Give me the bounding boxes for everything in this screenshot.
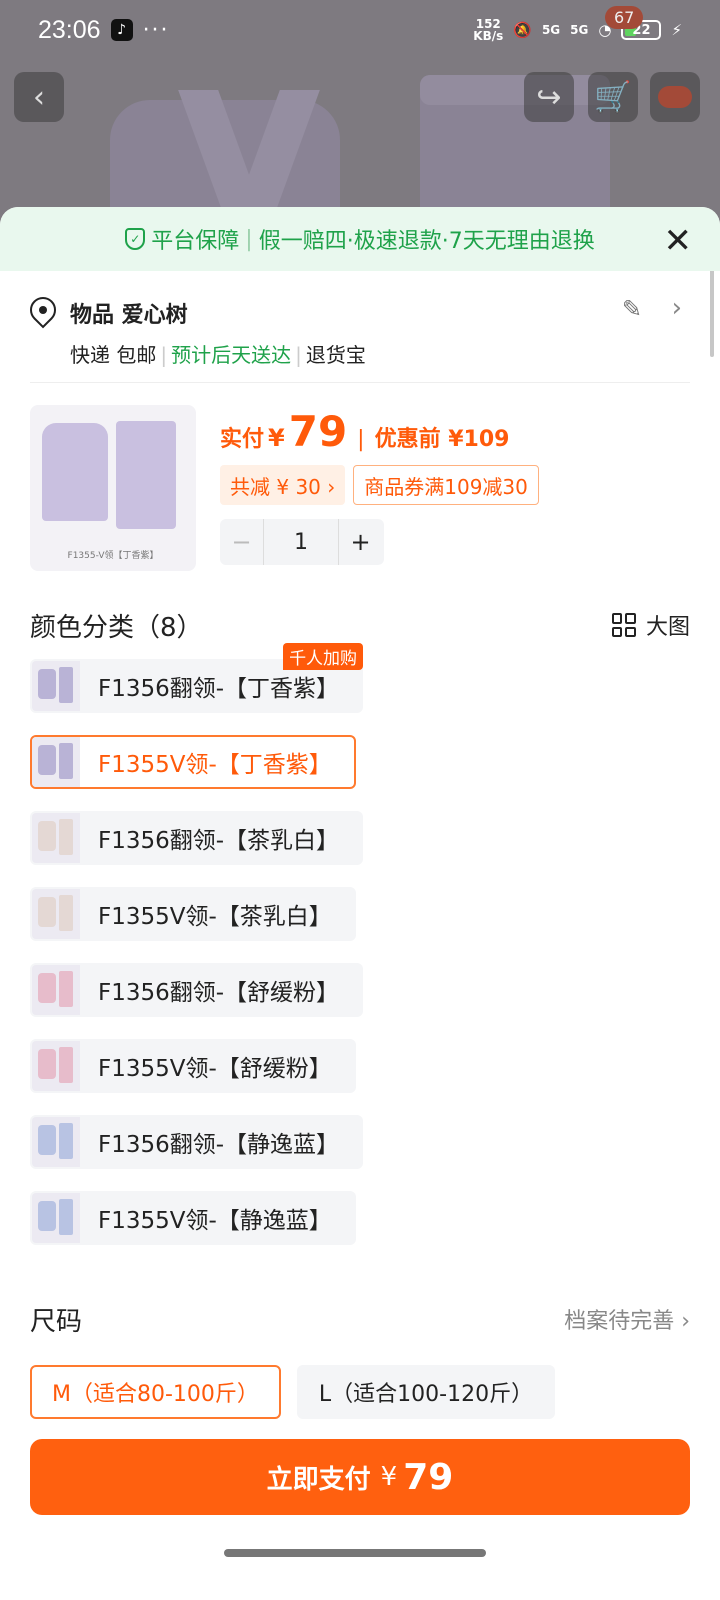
pay-amount: 79: [403, 1456, 454, 1498]
product-summary: F1355-V领【丁香紫】 实付 ¥ 79 | 优惠前 ¥109 共减 ¥ 30…: [30, 383, 690, 589]
variant-thumbnail: [32, 737, 80, 787]
size-section-title: 尺码: [30, 1307, 83, 1337]
thumb-shirt: [42, 423, 108, 521]
message-bubble-icon: [658, 86, 692, 108]
variant-label: F1356翻领-【丁香紫】: [98, 676, 340, 702]
variant-thumbnail: [32, 1041, 80, 1091]
recipient-name: 物品 爱心树: [70, 303, 188, 328]
variant-thumbnail: [32, 661, 80, 711]
popular-badge: 千人加购: [283, 643, 364, 670]
variant-label: F1356翻领-【静逸蓝】: [98, 1132, 340, 1158]
quantity-value[interactable]: 1: [264, 519, 338, 565]
chevron-left-icon: ‹: [33, 79, 45, 115]
variant-thumbnail: [32, 1117, 80, 1167]
message-button[interactable]: [650, 72, 700, 122]
cart-button[interactable]: 🛒: [588, 72, 638, 122]
color-variant-option[interactable]: F1356翻领-【静逸蓝】: [30, 1115, 364, 1169]
grid-icon: [611, 613, 636, 637]
speed-unit: KB/s: [473, 29, 504, 43]
guarantee-lead: 平台保障: [151, 229, 240, 254]
pay-now-button[interactable]: 立即支付 ¥ 79: [30, 1439, 690, 1515]
price-separator: |: [357, 427, 365, 452]
color-section-title: 颜色分类（8）: [30, 613, 203, 643]
purchase-sheet: ✓ 平台保障 | 假一赔四·极速退款·7天无理由退换 ✕ 物品 爱心树 快递 包…: [0, 207, 720, 1600]
cart-count-badge: 67: [605, 6, 644, 29]
thumbnail-caption: F1355-V领【丁香紫】: [67, 551, 159, 561]
size-option[interactable]: L（适合100-120斤）: [296, 1365, 556, 1419]
color-variant-option[interactable]: F1355V领-【静逸蓝】: [30, 1191, 356, 1245]
signal-5g-2: 5G: [570, 23, 589, 37]
variant-thumbnail: [32, 965, 80, 1015]
original-price: 优惠前 ¥109: [374, 427, 510, 452]
variant-thumbnail: [32, 1193, 80, 1243]
pants-waistband: [420, 75, 610, 105]
product-thumbnail[interactable]: F1355-V领【丁香紫】: [30, 405, 196, 571]
color-variant-option[interactable]: F1355V领-【舒缓粉】: [30, 1039, 356, 1093]
variant-thumbnail: [32, 889, 80, 939]
size-profile-link[interactable]: 档案待完善 ›: [564, 1303, 690, 1335]
variant-label: F1355V领-【茶乳白】: [98, 904, 332, 930]
currency-symbol: ¥: [268, 424, 285, 452]
size-section-header: 尺码 档案待完善 ›: [30, 1287, 690, 1357]
tiktok-icon: ♪: [110, 19, 133, 41]
edit-pencil-icon[interactable]: ✎: [622, 295, 642, 323]
address-row[interactable]: 物品 爱心树 快递 包邮 | 预计后天送达 | 退货宝 ✎ ›: [24, 271, 690, 383]
chevron-right-icon[interactable]: ›: [672, 293, 682, 323]
big-view-toggle[interactable]: 大图: [611, 609, 690, 641]
mute-bell-icon: 🔕: [513, 21, 532, 39]
pay-currency: ¥: [380, 1462, 398, 1492]
status-indicators: 152 KB/s 🔕 5G 5G ◔ 22 ⚡: [473, 18, 682, 42]
coupon-tag: 商品券满109减30: [353, 465, 539, 505]
back-button[interactable]: ‹: [14, 72, 64, 122]
close-icon[interactable]: ✕: [664, 221, 693, 261]
divider: |: [295, 343, 302, 367]
shipping-method: 快递 包邮: [70, 343, 157, 367]
big-view-label: 大图: [645, 615, 690, 640]
color-variant-option[interactable]: F1356翻领-【丁香紫】 千人加购: [30, 643, 364, 713]
variant-label: F1356翻领-【舒缓粉】: [98, 980, 340, 1006]
charging-icon: ⚡: [671, 21, 682, 39]
platform-guarantee-banner: ✓ 平台保障 | 假一赔四·极速退款·7天无理由退换 ✕: [0, 207, 720, 271]
share-button[interactable]: ↪: [524, 72, 574, 122]
increase-button[interactable]: +: [338, 519, 382, 565]
discount-tags: 共减 ¥ 30 › 商品券满109减30: [220, 465, 539, 505]
return-service: 退货宝: [305, 343, 366, 367]
size-option[interactable]: M（适合80-100斤）: [30, 1365, 281, 1419]
pay-label: 立即支付: [266, 1464, 371, 1495]
decrease-button[interactable]: −: [220, 519, 264, 565]
shield-check-icon: ✓: [125, 228, 146, 250]
divider: |: [160, 343, 168, 367]
color-variant-option[interactable]: F1355V领-【丁香紫】: [30, 735, 356, 789]
variant-label: F1356翻领-【茶乳白】: [98, 828, 340, 854]
thumb-pants: [116, 421, 176, 529]
variant-label: F1355V领-【舒缓粉】: [98, 1056, 332, 1082]
guarantee-items: 假一赔四·极速退款·7天无理由退换: [258, 229, 595, 254]
color-variant-option[interactable]: F1355V领-【茶乳白】: [30, 887, 356, 941]
variant-label: F1355V领-【静逸蓝】: [98, 1208, 332, 1234]
color-variant-list: F1356翻领-【丁香紫】 千人加购 F1355V领-【丁香紫】 F1356翻领-【茶…: [30, 643, 690, 1267]
color-variant-option[interactable]: F1356翻领-【茶乳白】: [30, 811, 364, 865]
cart-icon: 🛒: [594, 79, 632, 115]
quantity-stepper: − 1 +: [220, 519, 384, 565]
paid-label: 实付: [220, 427, 265, 452]
total-discount-tag[interactable]: 共减 ¥ 30 ›: [220, 465, 346, 505]
variant-thumbnail: [32, 813, 80, 863]
status-time: 23:06: [38, 15, 101, 44]
home-indicator[interactable]: [224, 1549, 486, 1557]
signal-5g-1: 5G: [541, 23, 561, 37]
delivery-info: 快递 包邮 | 预计后天送达 | 退货宝: [70, 339, 366, 368]
delivery-eta: 预计后天送达: [171, 343, 292, 367]
price-line: 实付 ¥ 79 | 优惠前 ¥109: [220, 407, 509, 456]
size-options: M（适合80-100斤） L（适合100-120斤）: [30, 1365, 690, 1419]
location-pin-icon: [24, 291, 62, 329]
final-price: 79: [288, 407, 348, 456]
variant-label: F1355V领-【丁香紫】: [98, 752, 332, 778]
status-dots: ···: [142, 17, 170, 43]
share-icon: ↪: [536, 79, 562, 115]
network-speed: 152 KB/s: [473, 18, 503, 42]
color-variant-option[interactable]: F1356翻领-【舒缓粉】: [30, 963, 364, 1017]
guarantee-separator: |: [245, 226, 253, 252]
